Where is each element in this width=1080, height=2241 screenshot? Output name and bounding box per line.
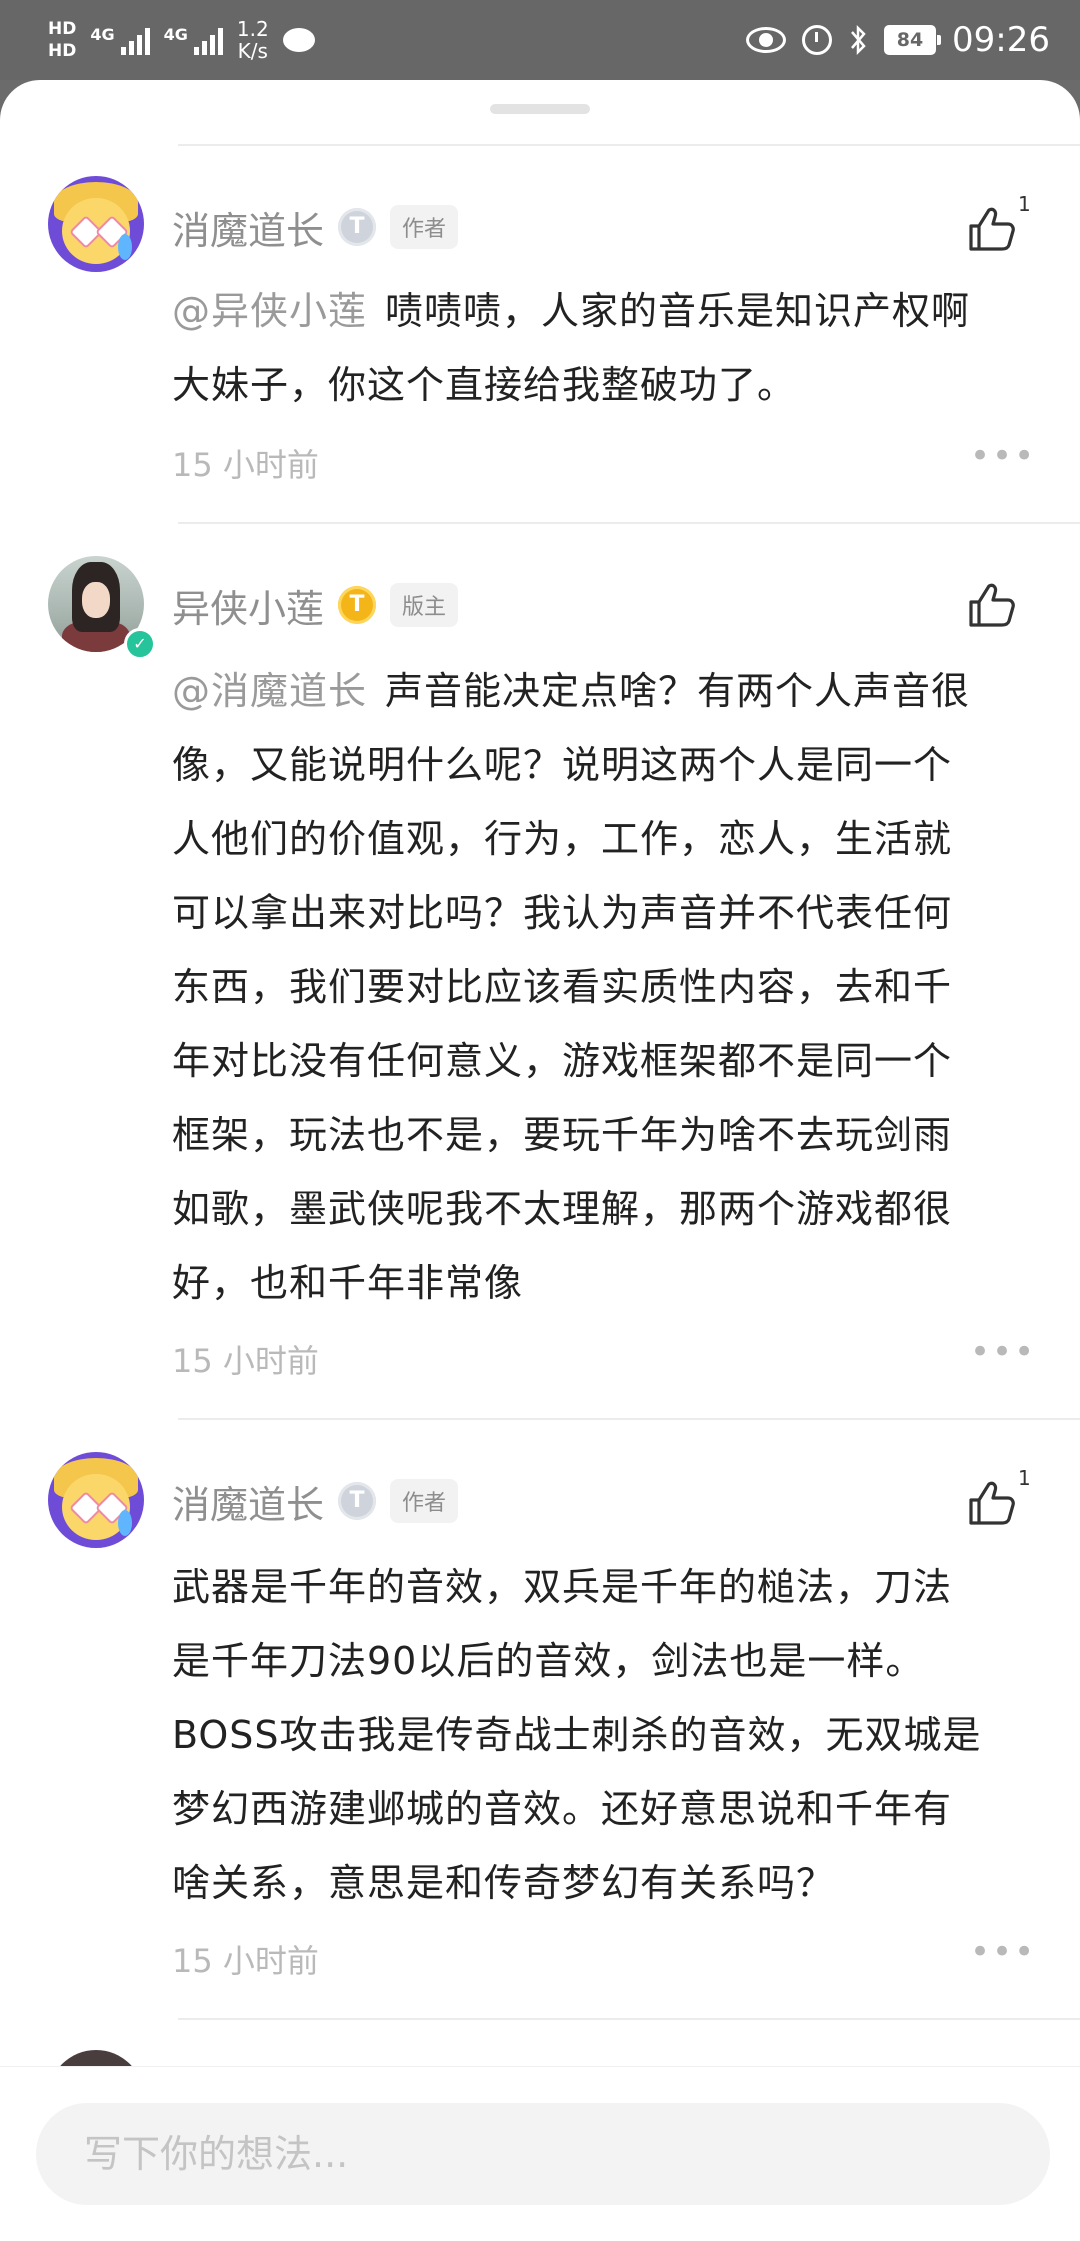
comment-line: 大妹子，你这个直接给我整破功了。 xyxy=(172,363,797,407)
clock-time: 09:26 xyxy=(952,20,1050,60)
level-badge-label: T xyxy=(349,1488,365,1513)
comment-line: 人他们的价值观，行为，工作，恋人，生活就 xyxy=(172,817,953,861)
net2-label: 4G xyxy=(163,25,188,44)
comment-line: 如歌，墨武侠呢我不太理解，那两个游戏都很 xyxy=(172,1187,953,1231)
status-bar: HD HD 4G 4G 1.2 K/s 84 09:26 xyxy=(0,0,1080,80)
comment-line: 好，也和千年非常像 xyxy=(172,1261,524,1305)
level-badge-label: T xyxy=(349,214,365,239)
comment-line: 框架，玩法也不是，要玩千年为啥不去玩剑雨 xyxy=(172,1113,953,1157)
comment-2-text: @消魔道长 声音能决定点啥？有两个人声音很 像，又能说明什么呢？说明这两个人是同一… xyxy=(172,654,1034,1320)
username[interactable]: 消魔道长 xyxy=(172,200,324,255)
comment-3-header: 消魔道长 T 作者 xyxy=(172,1474,459,1529)
hd-indicator: HD HD xyxy=(48,18,76,62)
comment-2-header: 异侠小莲 T 版主 xyxy=(172,578,459,633)
comment-line: 可以拿出来对比吗？我认为声音并不代表任何 xyxy=(172,891,953,935)
thumbs-up-icon[interactable] xyxy=(966,1478,1016,1528)
level-badge-label: T xyxy=(349,592,365,617)
speed-value: 1.2 xyxy=(236,17,269,41)
comment-1-text: @异侠小莲 啧啧啧，人家的音乐是知识产权啊 大妹子，你这个直接给我整破功了。 xyxy=(172,274,1034,422)
comment-input[interactable] xyxy=(36,2103,1050,2205)
comment-line: 武器是千年的音效，双兵是千年的槌法，刀法 xyxy=(172,1565,953,1609)
eye-comfort-icon xyxy=(746,27,787,53)
comment-line: 啥关系，意思是和传奇梦幻有关系吗？ xyxy=(172,1861,836,1905)
mention-link[interactable]: @异侠小莲 xyxy=(172,289,367,333)
more-options-icon[interactable]: ••• xyxy=(970,436,1036,476)
signal-1-icon: 4G xyxy=(90,25,150,55)
more-options-icon[interactable]: ••• xyxy=(970,1932,1036,1972)
divider xyxy=(178,144,1080,146)
comment-1-header: 消魔道长 T 作者 xyxy=(172,200,459,255)
thumbs-up-icon[interactable] xyxy=(966,580,1016,630)
drag-handle[interactable] xyxy=(490,104,590,114)
comment-3-text: 武器是千年的音效，双兵是千年的槌法，刀法 是千年刀法90以后的音效，剑法也是一样… xyxy=(172,1550,1034,1920)
comment-input-bar xyxy=(0,2066,1080,2241)
level-badge: T xyxy=(338,208,377,246)
message-notification-icon xyxy=(282,28,315,52)
comment-line: 梦幻西游建邺城的音效。还好意思说和千年有 xyxy=(172,1787,953,1831)
timestamp: 15 小时前 xyxy=(172,446,319,484)
mention-link[interactable]: @消魔道长 xyxy=(172,669,367,713)
like-count: 1 xyxy=(1018,192,1031,216)
avatar[interactable] xyxy=(48,176,144,272)
alarm-icon xyxy=(802,25,833,55)
verified-badge-icon: ✓ xyxy=(124,628,156,660)
signal-2-icon: 4G xyxy=(164,25,223,55)
speed-unit: K/s xyxy=(237,39,268,63)
divider xyxy=(178,1418,1080,1420)
comment-line: @异侠小莲 啧啧啧，人家的音乐是知识产权啊 xyxy=(172,289,971,333)
comment-line: 像，又能说明什么呢？说明这两个人是同一个 xyxy=(172,743,953,787)
bluetooth-icon xyxy=(851,24,866,56)
role-badge: 版主 xyxy=(390,583,459,627)
hd2-label: HD xyxy=(48,41,77,61)
comment-line: @消魔道长 声音能决定点啥？有两个人声音很 xyxy=(172,669,971,713)
username[interactable]: 消魔道长 xyxy=(172,1474,324,1529)
comment-line: BOSS攻击我是传奇战士刺杀的音效，无双城是 xyxy=(172,1713,982,1757)
comment-line: 年对比没有任何意义，游戏框架都不是同一个 xyxy=(172,1039,953,1083)
like-count: 1 xyxy=(1018,1466,1031,1490)
comment-line: 东西，我们要对比应该看实质性内容，去和千 xyxy=(172,965,953,1009)
comment-sheet: 消魔道长 T 作者 1 @异侠小莲 啧啧啧，人家的音乐是知识产权啊 大妹子，你这个… xyxy=(0,80,1080,2240)
comment-line: 是千年刀法90以后的音效，剑法也是一样。 xyxy=(172,1639,925,1683)
battery-icon: 84 xyxy=(884,25,942,55)
network-speed: 1.2 K/s xyxy=(237,18,269,62)
divider xyxy=(178,2018,1080,2020)
timestamp: 15 小时前 xyxy=(172,1942,319,1980)
username[interactable]: 异侠小莲 xyxy=(172,578,324,633)
status-right: 84 09:26 xyxy=(746,14,1050,66)
status-left: HD HD 4G 4G 1.2 K/s xyxy=(48,14,315,66)
role-badge: 作者 xyxy=(390,205,459,249)
net1-label: 4G xyxy=(90,25,115,44)
level-badge: T xyxy=(338,586,377,624)
thumbs-up-icon[interactable] xyxy=(966,204,1016,254)
level-badge: T xyxy=(338,1482,377,1520)
hd1-label: HD xyxy=(48,19,77,39)
more-options-icon[interactable]: ••• xyxy=(970,1332,1036,1372)
timestamp: 15 小时前 xyxy=(172,1342,319,1380)
divider xyxy=(178,522,1080,524)
role-badge: 作者 xyxy=(390,1479,459,1523)
avatar[interactable] xyxy=(48,1452,144,1548)
